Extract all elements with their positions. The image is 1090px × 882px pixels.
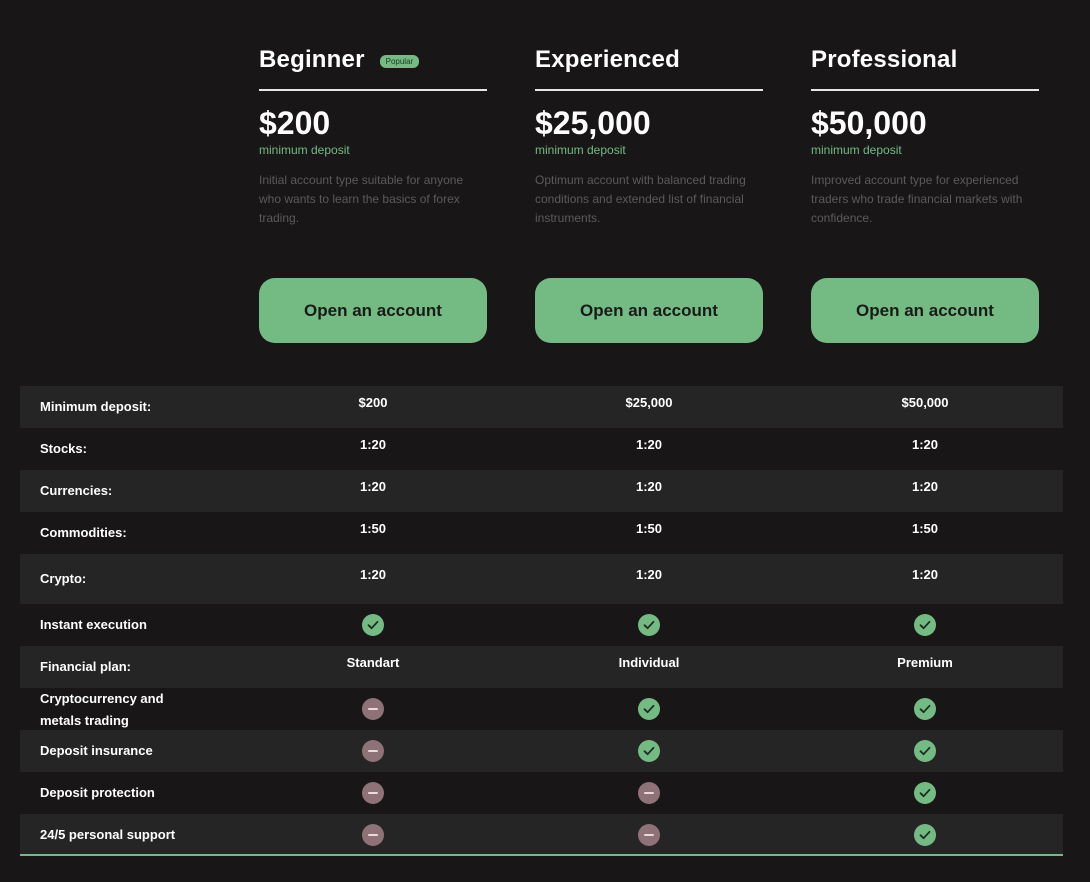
row-cell-icon: [549, 824, 749, 846]
row-label: 24/5 personal support: [40, 827, 176, 842]
row-cell-value: $50,000: [901, 395, 949, 410]
plans-section: Beginner Popular $200 minimum deposit In…: [0, 0, 1090, 380]
row-cell-icon: [273, 614, 473, 636]
row-cell-icon: [549, 740, 749, 762]
minus-icon: [362, 740, 384, 762]
plan-divider: [811, 89, 1039, 91]
row-cell-value: Standart: [346, 655, 400, 670]
plan-price-caption: minimum deposit: [259, 143, 350, 157]
minus-icon: [362, 698, 384, 720]
row-label: Crypto:: [40, 571, 87, 586]
check-icon: [362, 614, 384, 636]
table-bottom-divider: [20, 854, 1063, 856]
row-label: Deposit insurance: [40, 743, 153, 758]
row-cell-icon: [549, 782, 749, 804]
plan-price-caption: minimum deposit: [811, 143, 902, 157]
check-icon: [914, 740, 936, 762]
row-cell-icon: [825, 614, 1025, 636]
row-cell-value: 1:20: [359, 437, 387, 452]
check-icon: [914, 824, 936, 846]
table-row: Currencies: 1:20 1:20 1:20: [20, 470, 1063, 512]
check-icon: [638, 698, 660, 720]
row-cell-value: $200: [358, 395, 388, 410]
row-cell-value: 1:50: [911, 521, 939, 536]
row-cell-icon: [273, 698, 473, 720]
table-row: Crypto: 1:20 1:20 1:20: [20, 554, 1063, 604]
row-cell-value: 1:20: [635, 567, 663, 582]
row-label: Currencies:: [40, 483, 113, 498]
plan-description: Improved account type for experienced tr…: [811, 173, 1023, 225]
minus-icon: [638, 782, 660, 804]
row-cell-value: 1:50: [635, 521, 663, 536]
minus-icon: [362, 782, 384, 804]
row-cell-icon: [549, 698, 749, 720]
plan-divider: [535, 89, 763, 91]
row-label: Stocks:: [40, 441, 87, 456]
check-icon: [638, 614, 660, 636]
table-row: Minimum deposit: $200 $25,000 $50,000: [20, 386, 1063, 428]
table-row: Commodities: 1:50 1:50 1:50: [20, 512, 1063, 554]
check-icon: [914, 698, 936, 720]
row-label: Deposit protection: [40, 785, 155, 800]
row-cell-value: 1:20: [911, 567, 939, 582]
plan-name: Experienced: [535, 46, 680, 73]
row-cell-value: $25,000: [625, 395, 673, 410]
plan-name: Beginner: [259, 46, 365, 73]
popular-badge: Popular: [379, 55, 420, 68]
plan-professional: Professional $50,000 minimum deposit Imp…: [811, 44, 1039, 343]
row-cell-value: 1:20: [911, 479, 939, 494]
plan-price: $25,000: [535, 105, 651, 141]
table-row: Financial plan: Standart Individual Premium: [20, 646, 1063, 688]
row-cell-value: 1:50: [359, 521, 387, 536]
check-icon: [914, 614, 936, 636]
plan-description: Optimum account with balanced trading co…: [535, 173, 746, 225]
row-cell-value: 1:20: [911, 437, 939, 452]
plan-price-caption: minimum deposit: [535, 143, 626, 157]
row-cell-value: 1:20: [359, 479, 387, 494]
row-cell-icon: [825, 782, 1025, 804]
plan-header: Beginner Popular: [259, 44, 487, 76]
row-cell-value: 1:20: [359, 567, 387, 582]
table-row: Stocks: 1:20 1:20 1:20: [20, 428, 1063, 470]
plan-description: Initial account type suitable for anyone…: [259, 173, 464, 225]
row-cell-icon: [825, 698, 1025, 720]
minus-icon: [638, 824, 660, 846]
row-cell-value: 1:20: [635, 437, 663, 452]
row-cell-value: Individual: [618, 655, 680, 670]
check-icon: [914, 782, 936, 804]
open-account-button-beginner[interactable]: Open an account: [259, 278, 487, 343]
row-label: Minimum deposit:: [40, 399, 152, 414]
row-cell-icon: [549, 614, 749, 636]
row-label: Commodities:: [40, 525, 127, 540]
row-cell-icon: [273, 824, 473, 846]
plan-experienced: Experienced $25,000 minimum deposit Opti…: [535, 44, 763, 343]
plan-price: $200: [259, 105, 331, 141]
plan-divider: [259, 89, 487, 91]
plan-name: Professional: [811, 46, 958, 73]
comparison-table: Minimum deposit: $200 $25,000 $50,000 Stocks…: [20, 386, 1063, 856]
table-row: Instant execution: [20, 604, 1063, 646]
plan-beginner: Beginner Popular $200 minimum deposit In…: [259, 44, 487, 343]
table-row: 24/5 personal support: [20, 814, 1063, 856]
plan-header: Professional: [811, 44, 1039, 76]
row-cell-value: Premium: [897, 655, 953, 670]
check-icon: [638, 740, 660, 762]
row-cell-icon: [825, 824, 1025, 846]
plan-header: Experienced: [535, 44, 763, 76]
row-cell-icon: [273, 740, 473, 762]
row-cell-value: 1:20: [635, 479, 663, 494]
minus-icon: [362, 824, 384, 846]
plan-price: $50,000: [811, 105, 927, 141]
table-row: Cryptocurrency and metals trading: [20, 688, 1063, 730]
row-cell-icon: [273, 782, 473, 804]
table-row: Deposit insurance: [20, 730, 1063, 772]
row-label: Instant execution: [40, 617, 147, 632]
row-label: Cryptocurrency and metals trading: [40, 691, 164, 728]
open-account-button-experienced[interactable]: Open an account: [535, 278, 763, 343]
row-label: Financial plan:: [40, 659, 132, 674]
row-cell-icon: [825, 740, 1025, 762]
table-row: Deposit protection: [20, 772, 1063, 814]
open-account-button-professional[interactable]: Open an account: [811, 278, 1039, 343]
